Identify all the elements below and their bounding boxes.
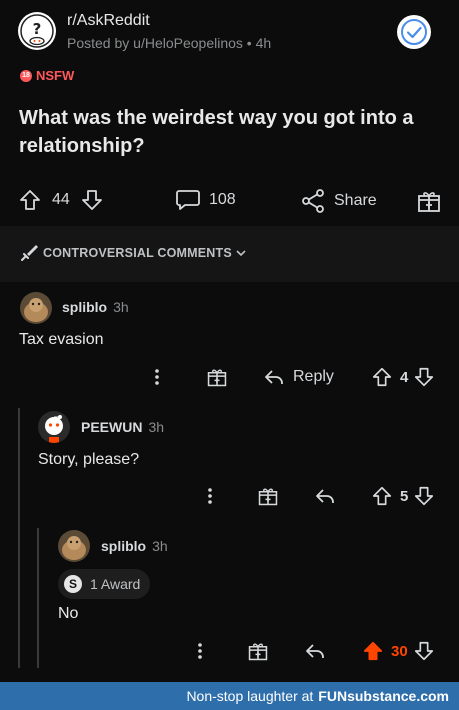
share-icon <box>300 188 326 214</box>
comment-count: 108 <box>209 191 236 208</box>
nsfw-badge: 18 NSFW <box>20 68 74 83</box>
downvote-icon[interactable] <box>413 640 435 662</box>
verified-check-icon[interactable] <box>397 15 431 49</box>
post-score: 44 <box>52 191 70 208</box>
avatar[interactable] <box>20 292 52 324</box>
subreddit-name[interactable]: r/AskReddit <box>67 12 150 30</box>
comment-text: Story, please? <box>38 451 140 468</box>
chevron-down-icon[interactable] <box>235 247 247 259</box>
gift-icon[interactable] <box>416 188 442 214</box>
comment-author[interactable]: PEEWUN 3h <box>81 419 164 435</box>
comments-button[interactable]: 108 <box>175 188 236 212</box>
comment-time: 3h <box>152 538 168 554</box>
gift-icon[interactable] <box>257 485 279 507</box>
posted-by[interactable]: Posted by u/HeloPeopelinos • 4h <box>67 35 271 51</box>
reply-icon[interactable] <box>314 485 336 507</box>
gift-icon[interactable] <box>206 366 228 388</box>
more-icon[interactable] <box>205 486 215 506</box>
downvote-icon[interactable] <box>413 366 435 388</box>
more-icon[interactable] <box>195 641 205 661</box>
reply-button[interactable]: Reply <box>263 366 334 388</box>
comment-vote-group: 5 <box>371 485 435 507</box>
comment-author[interactable]: spliblo 3h <box>101 538 168 554</box>
reply-icon <box>263 366 285 388</box>
comment-vote-group: 4 <box>371 366 435 388</box>
share-label: Share <box>334 192 377 209</box>
avatar[interactable] <box>58 530 90 562</box>
nsfw-icon: 18 <box>20 69 32 82</box>
comment-text: No <box>58 605 79 622</box>
comment-score: 5 <box>400 487 409 505</box>
downvote-icon[interactable] <box>413 485 435 507</box>
comment-text: Tax evasion <box>19 331 104 348</box>
subreddit-icon[interactable]: ? <box>18 12 56 50</box>
upvote-icon[interactable] <box>362 640 384 662</box>
comment-score: 30 <box>391 642 408 660</box>
more-icon[interactable] <box>152 367 162 387</box>
reply-label: Reply <box>293 368 334 385</box>
award-label: 1 Award <box>90 576 141 592</box>
sword-icon <box>19 243 39 263</box>
comment-score: 4 <box>400 368 409 386</box>
thread-line[interactable] <box>18 408 20 518</box>
post-vote-group: 44 <box>18 188 104 212</box>
award-icon: S <box>64 575 82 593</box>
watermark-brand: FUNsubstance.com <box>318 688 449 704</box>
upvote-icon[interactable] <box>371 366 393 388</box>
award-badge[interactable]: S 1 Award <box>58 569 151 599</box>
comment-time: 3h <box>113 299 129 315</box>
comment-icon <box>175 188 201 212</box>
comment-vote-group: 30 <box>362 640 435 662</box>
upvote-icon[interactable] <box>371 485 393 507</box>
reply-icon[interactable] <box>304 640 326 662</box>
svg-text:?: ? <box>33 20 42 38</box>
thread-line[interactable] <box>18 518 20 668</box>
share-button[interactable]: Share <box>300 188 377 214</box>
gift-icon[interactable] <box>247 640 269 662</box>
avatar[interactable] <box>38 411 70 443</box>
nsfw-label: NSFW <box>36 68 75 83</box>
upvote-icon[interactable] <box>18 188 42 212</box>
comment-time: 3h <box>148 419 165 435</box>
sort-label[interactable]: CONTROVERSIAL COMMENTS <box>43 246 232 260</box>
downvote-icon[interactable] <box>80 188 104 212</box>
post-title[interactable]: What was the weirdest way you got into a… <box>19 104 439 160</box>
thread-line[interactable] <box>37 528 39 668</box>
comment-author[interactable]: spliblo 3h <box>62 299 129 315</box>
watermark-text: Non-stop laughter at <box>186 688 314 704</box>
watermark-footer: Non-stop laughter at FUNsubstance.com <box>0 682 459 710</box>
